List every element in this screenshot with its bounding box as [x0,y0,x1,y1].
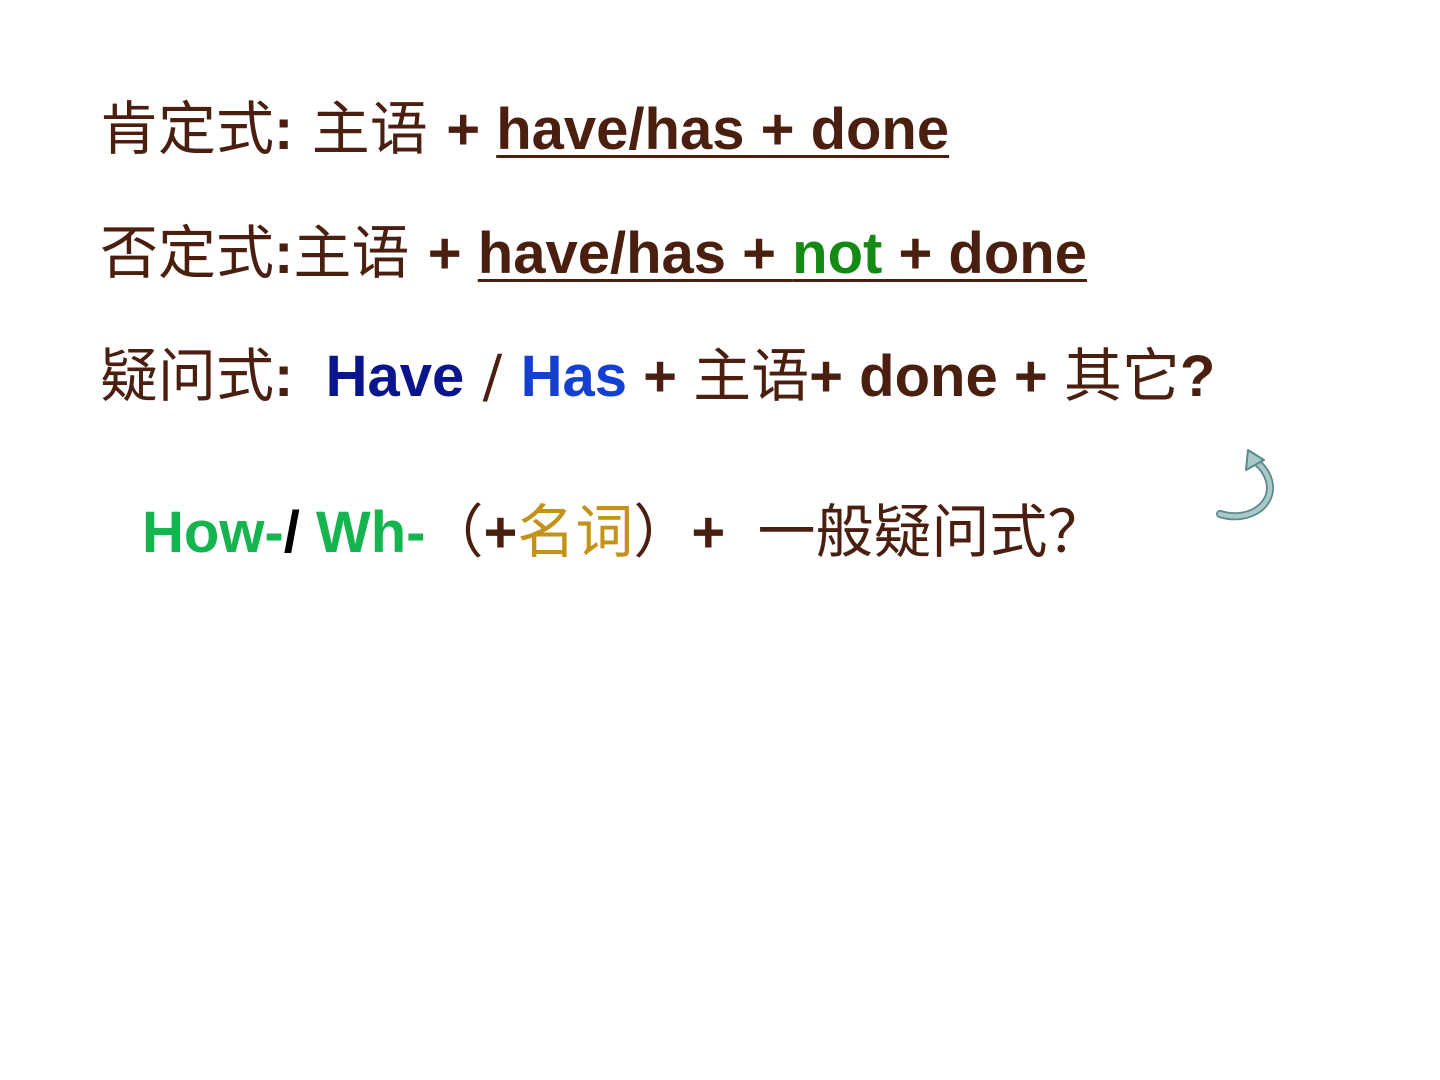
wh-how: How- [142,500,284,565]
affirmative-form-line: 肯定式: 主语 + have/has + done [100,100,949,159]
negative-form-line: 否定式:主语 + have/has + not + done [100,224,1087,283]
question-subject: 主语 [693,342,810,410]
slide: 肯定式: 主语 + have/has + done 否定式:主语 + have/… [0,0,1440,1080]
negative-subject: 主语 [293,219,428,287]
wh-noun: 名词 [517,498,634,566]
wh-plus: + [483,500,518,565]
negative-formula-have: have/has + [477,221,793,286]
negative-plus: + [427,221,478,286]
wh-slash: / [283,500,316,565]
wh-plus-2: + [691,500,758,565]
affirmative-label: 肯定式 [100,95,275,163]
wh-question-line: How-/ Wh-（+名词）+ 一般疑问式？ [142,503,1106,562]
question-mark: ? [1179,344,1216,409]
question-colon: : [274,344,326,409]
question-done: + done + [809,344,1064,409]
wh-paren-close: ） [633,498,692,566]
question-form-line: 疑问式: Have / Has + 主语+ done + 其它? [100,347,1215,406]
question-slash: / [464,342,521,410]
affirmative-subject: 主语 [293,95,447,163]
wh-wh: Wh- [315,500,426,565]
question-label: 疑问式 [100,342,275,410]
question-has: Has [520,344,628,409]
negative-formula-not: not [792,221,899,286]
question-other: 其它 [1063,342,1180,410]
question-have: Have [325,344,465,409]
curved-arrow-icon [1216,449,1275,521]
question-plus: + [627,344,694,409]
affirmative-colon: : [274,97,294,162]
negative-label: 否定式 [100,219,275,287]
negative-colon: : [274,221,294,286]
wh-paren-open: （ [425,498,484,566]
wh-general-question: 一般疑问式？ [757,498,1106,566]
affirmative-plus: + [446,97,497,162]
affirmative-formula: have/has + done [496,97,950,162]
negative-formula-done: + done [898,221,1087,286]
